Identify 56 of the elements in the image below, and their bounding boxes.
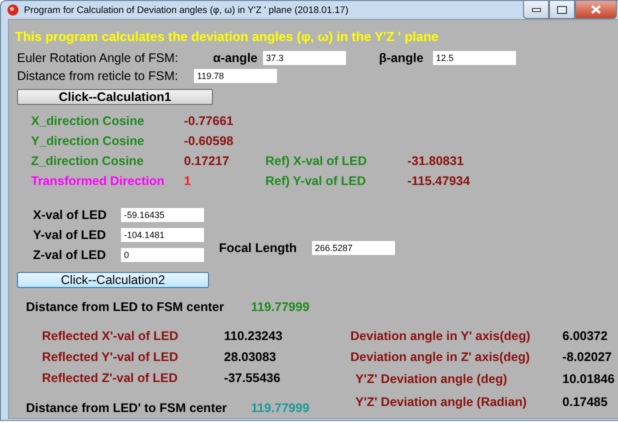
deviation-label: Deviation angle in Y' axis(deg) xyxy=(350,328,532,342)
reticle-distance-input[interactable]: 119.78 xyxy=(194,69,277,83)
deviation-value: 6.00372 xyxy=(562,328,608,342)
ref-label: Ref) Y-val of LED xyxy=(265,174,367,188)
led-label: Y-val of LED xyxy=(33,228,107,242)
led-input[interactable]: 0 xyxy=(121,248,204,262)
focal-length-input[interactable]: 266.5287 xyxy=(312,241,395,255)
close-button[interactable] xyxy=(575,1,617,19)
app-icon xyxy=(7,4,19,16)
maximize-button[interactable] xyxy=(549,1,575,19)
cosine-value: -0.60598 xyxy=(184,134,234,148)
close-icon xyxy=(591,5,601,14)
led-input[interactable]: -59.16435 xyxy=(121,208,204,222)
deviation-value: 0.17485 xyxy=(562,394,608,408)
beta-label: β-angle xyxy=(379,51,424,65)
cosine-value: -0.77661 xyxy=(184,114,234,128)
deviation-label: Y'Z' Deviation angle (deg) xyxy=(355,372,508,386)
maximize-icon xyxy=(557,6,567,14)
cosine-label: X_direction Cosine xyxy=(31,114,146,128)
cosine-label: Z_direction Cosine xyxy=(31,154,145,168)
reflected-value: -37.55436 xyxy=(224,370,280,384)
focal-length-label: Focal Length xyxy=(219,241,298,255)
led-label: X-val of LED xyxy=(33,208,108,222)
program-description: This program calculates the deviation angles (φ, ω) in the Y'Z ' plane xyxy=(15,29,440,44)
euler-label: Euler Rotation Angle of FSM: xyxy=(17,51,180,65)
cosine-label: Y_direction Cosine xyxy=(31,134,146,148)
deviation-value: 10.01846 xyxy=(562,372,615,386)
reflected-distance-value: 119.77999 xyxy=(251,401,310,415)
led-label: Z-val of LED xyxy=(33,248,107,262)
ref-label: Ref) X-val of LED xyxy=(265,154,368,168)
reflected-label: Reflected Y'-val of LED xyxy=(42,350,180,364)
deviation-label: Deviation angle in Z' axis(deg) xyxy=(350,350,531,364)
reflected-value: 110.23243 xyxy=(224,328,282,342)
minimize-icon xyxy=(532,8,540,12)
ref-value: -31.80831 xyxy=(407,154,464,168)
led-distance-label: Distance from LED to FSM center xyxy=(26,300,225,314)
transformed-direction-value: 1 xyxy=(184,174,191,188)
window-title: Program for Calculation of Deviation angles (φ, ω) in Y'Z ' plane (2018.01.17) xyxy=(24,4,350,16)
led-input[interactable]: -104.1481 xyxy=(121,228,204,242)
reflected-label: Reflected X'-val of LED xyxy=(42,328,180,342)
calculation1-button[interactable]: Click--Calculation1 xyxy=(17,89,213,105)
reflected-value: 28.03083 xyxy=(224,350,276,364)
calculation2-button[interactable]: Click--Calculation2 xyxy=(17,272,209,288)
cosine-value: 0.17217 xyxy=(184,154,230,168)
deviation-value: -8.02027 xyxy=(562,350,612,364)
alpha-input[interactable]: 37.3 xyxy=(263,51,346,65)
beta-input[interactable]: 12.5 xyxy=(433,51,516,65)
alpha-label: α-angle xyxy=(213,51,258,65)
reflected-label: Reflected Z'-val of LED xyxy=(42,370,179,384)
reflected-distance-label: Distance from LED' to FSM center xyxy=(26,401,228,415)
ref-value: -115.47934 xyxy=(407,174,470,188)
led-distance-value: 119.77999 xyxy=(251,300,310,314)
deviation-label: Y'Z' Deviation angle (Radian) xyxy=(355,394,528,408)
reticle-distance-label: Distance from reticle to FSM: xyxy=(17,69,180,83)
transformed-direction-label: Transformed Direction xyxy=(31,174,166,188)
minimize-button[interactable] xyxy=(523,1,549,19)
